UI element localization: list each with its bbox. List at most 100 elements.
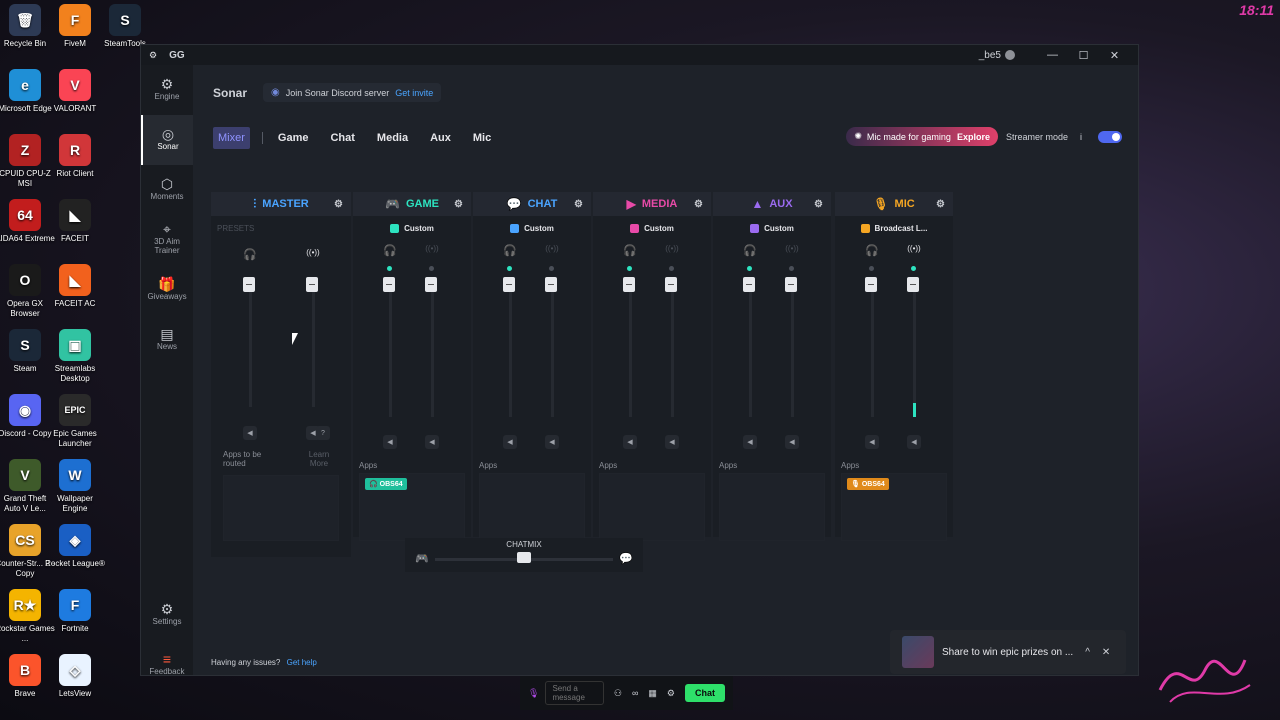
discord-banner[interactable]: ◉ Join Sonar Discord server Get invite [263,83,442,102]
broadcast-icon[interactable]: ((•)) [784,244,800,253]
desktop-icon[interactable]: W Wallpaper Engine [45,455,105,514]
apps-drop-zone[interactable] [223,475,339,541]
channel-preset[interactable]: Custom [713,216,831,240]
broadcast-icon[interactable]: ((•)) [424,244,440,253]
gear-icon[interactable]: ⚙ [454,199,463,210]
broadcast-icon[interactable]: ((•)) [906,244,922,253]
mute-button[interactable]: ◀ [623,435,637,449]
maximize-button[interactable]: ☐ [1068,49,1099,62]
volume-fader[interactable] [503,277,517,417]
desktop-icon[interactable]: ▣ Streamlabs Desktop [45,325,105,384]
broadcast-icon[interactable]: ((•)) [664,244,680,253]
gear-icon[interactable]: ⚙ [574,199,583,210]
volume-fader[interactable] [665,277,679,417]
headphones-icon[interactable]: 🎧 [382,244,398,257]
headphones-icon[interactable]: 🎧 [502,244,518,257]
streamer-mode-toggle[interactable] [1098,130,1122,143]
channel-preset[interactable]: Broadcast L... [835,216,953,240]
fader-knob[interactable] [665,277,677,292]
sidebar-item-sonar[interactable]: ◎ Sonar [141,115,193,165]
share-toast[interactable]: Share to win epic prizes on ... ^ ✕ [890,630,1126,674]
ear-icon[interactable]: ? [316,426,330,440]
sidebar-item-news[interactable]: ▤ News [141,315,193,365]
volume-fader[interactable] [425,277,439,417]
volume-fader[interactable] [907,277,921,417]
close-icon[interactable]: ✕ [1102,647,1110,658]
tab-media[interactable]: Media [372,127,413,149]
gear-icon[interactable]: ⚙ [936,199,945,210]
chat-button[interactable]: Chat [685,684,725,702]
mute-button[interactable]: ◀ [907,435,921,449]
channel-preset[interactable]: Custom [593,216,711,240]
tab-game[interactable]: Game [273,127,314,149]
volume-fader[interactable] [623,277,637,417]
sidebar-item-giveaways[interactable]: 🎁 Giveaways [141,265,193,315]
sidebar-item-settings[interactable]: ⚙ Settings [141,590,193,640]
desktop-icon[interactable]: ◇ LetsView [45,650,105,699]
fader-knob[interactable] [623,277,635,292]
headphones-icon[interactable]: 🎧 [742,244,758,257]
tab-aux[interactable]: Aux [425,127,456,149]
desktop-icon[interactable]: S SteamTools [95,0,155,49]
fader-knob[interactable] [243,277,255,292]
tab-mixer[interactable]: Mixer [213,127,250,149]
mic-icon[interactable]: 🎙 [528,688,539,699]
volume-fader[interactable] [785,277,799,417]
desktop-icon[interactable]: V VALORANT [45,65,105,114]
mute-button[interactable]: ◀ [425,435,439,449]
mute-button[interactable]: ◀ [743,435,757,449]
channel-preset[interactable]: Custom [353,216,471,240]
headphones-icon[interactable]: 🎧 [242,248,258,261]
mute-button[interactable]: ◀ [383,435,397,449]
avatar[interactable] [1005,50,1015,60]
gear-icon[interactable]: ⚙ [334,199,343,210]
desktop-icon[interactable]: EPIC Epic Games Launcher [45,390,105,449]
chatmix-slider[interactable] [517,552,531,563]
store-icon[interactable]: ▦ [648,688,657,699]
desktop-icon[interactable]: ◣ FACEIT [45,195,105,244]
fader-knob[interactable] [865,277,877,292]
sidebar-item-engine[interactable]: ⚙ Engine [141,65,193,115]
app-chip-obs64[interactable]: 🎙 OBS64 [847,478,889,490]
apps-list[interactable] [719,473,825,541]
channel-preset[interactable]: Custom [473,216,591,240]
mute-button[interactable]: ◀ [503,435,517,449]
app-chip-obs64[interactable]: 🎧 OBS64 [365,478,407,490]
headphones-icon[interactable]: 🎧 [864,244,880,257]
message-input[interactable]: Send a message [545,681,604,705]
tab-chat[interactable]: Chat [325,127,359,149]
apps-list[interactable] [599,473,705,541]
gear-icon[interactable]: ⚙ [667,688,675,699]
info-icon[interactable]: i [1080,132,1082,142]
explore-link[interactable]: Explore [957,132,990,142]
fader-knob[interactable] [383,277,395,292]
headphones-icon[interactable]: 🎧 [622,244,638,257]
close-button[interactable]: ✕ [1099,49,1130,62]
learn-more-link[interactable]: Learn More [305,450,333,468]
mute-button[interactable]: ◀ [545,435,559,449]
desktop-icon[interactable]: ◣ FACEIT AC [45,260,105,309]
chevron-up-icon[interactable]: ^ [1085,647,1090,658]
gear-icon[interactable]: ⚙ [694,199,703,210]
fader-knob[interactable] [785,277,797,292]
volume-fader[interactable] [243,277,257,407]
get-help-link[interactable]: Get help [287,658,317,667]
mic-promo-banner[interactable]: ✺ Mic made for gaming Explore [846,127,998,146]
gear-icon[interactable]: ⚙ [814,199,823,210]
volume-fader[interactable] [743,277,757,417]
apps-list[interactable] [479,473,585,541]
volume-fader[interactable] [383,277,397,417]
volume-fader[interactable] [306,277,320,407]
volume-fader[interactable] [865,277,879,417]
fader-knob[interactable] [545,277,557,292]
mute-button[interactable]: ◀ [785,435,799,449]
mute-button[interactable]: ◀ [243,426,257,440]
mute-button[interactable]: ◀ [865,435,879,449]
sidebar-item-aim-trainer[interactable]: ⌖ 3D Aim Trainer [141,215,193,265]
fader-knob[interactable] [743,277,755,292]
desktop-icon[interactable]: R Riot Client [45,130,105,179]
broadcast-icon[interactable]: ((•)) [544,244,560,253]
fader-knob[interactable] [425,277,437,292]
get-invite-link[interactable]: Get invite [395,88,433,98]
fader-knob[interactable] [503,277,515,292]
